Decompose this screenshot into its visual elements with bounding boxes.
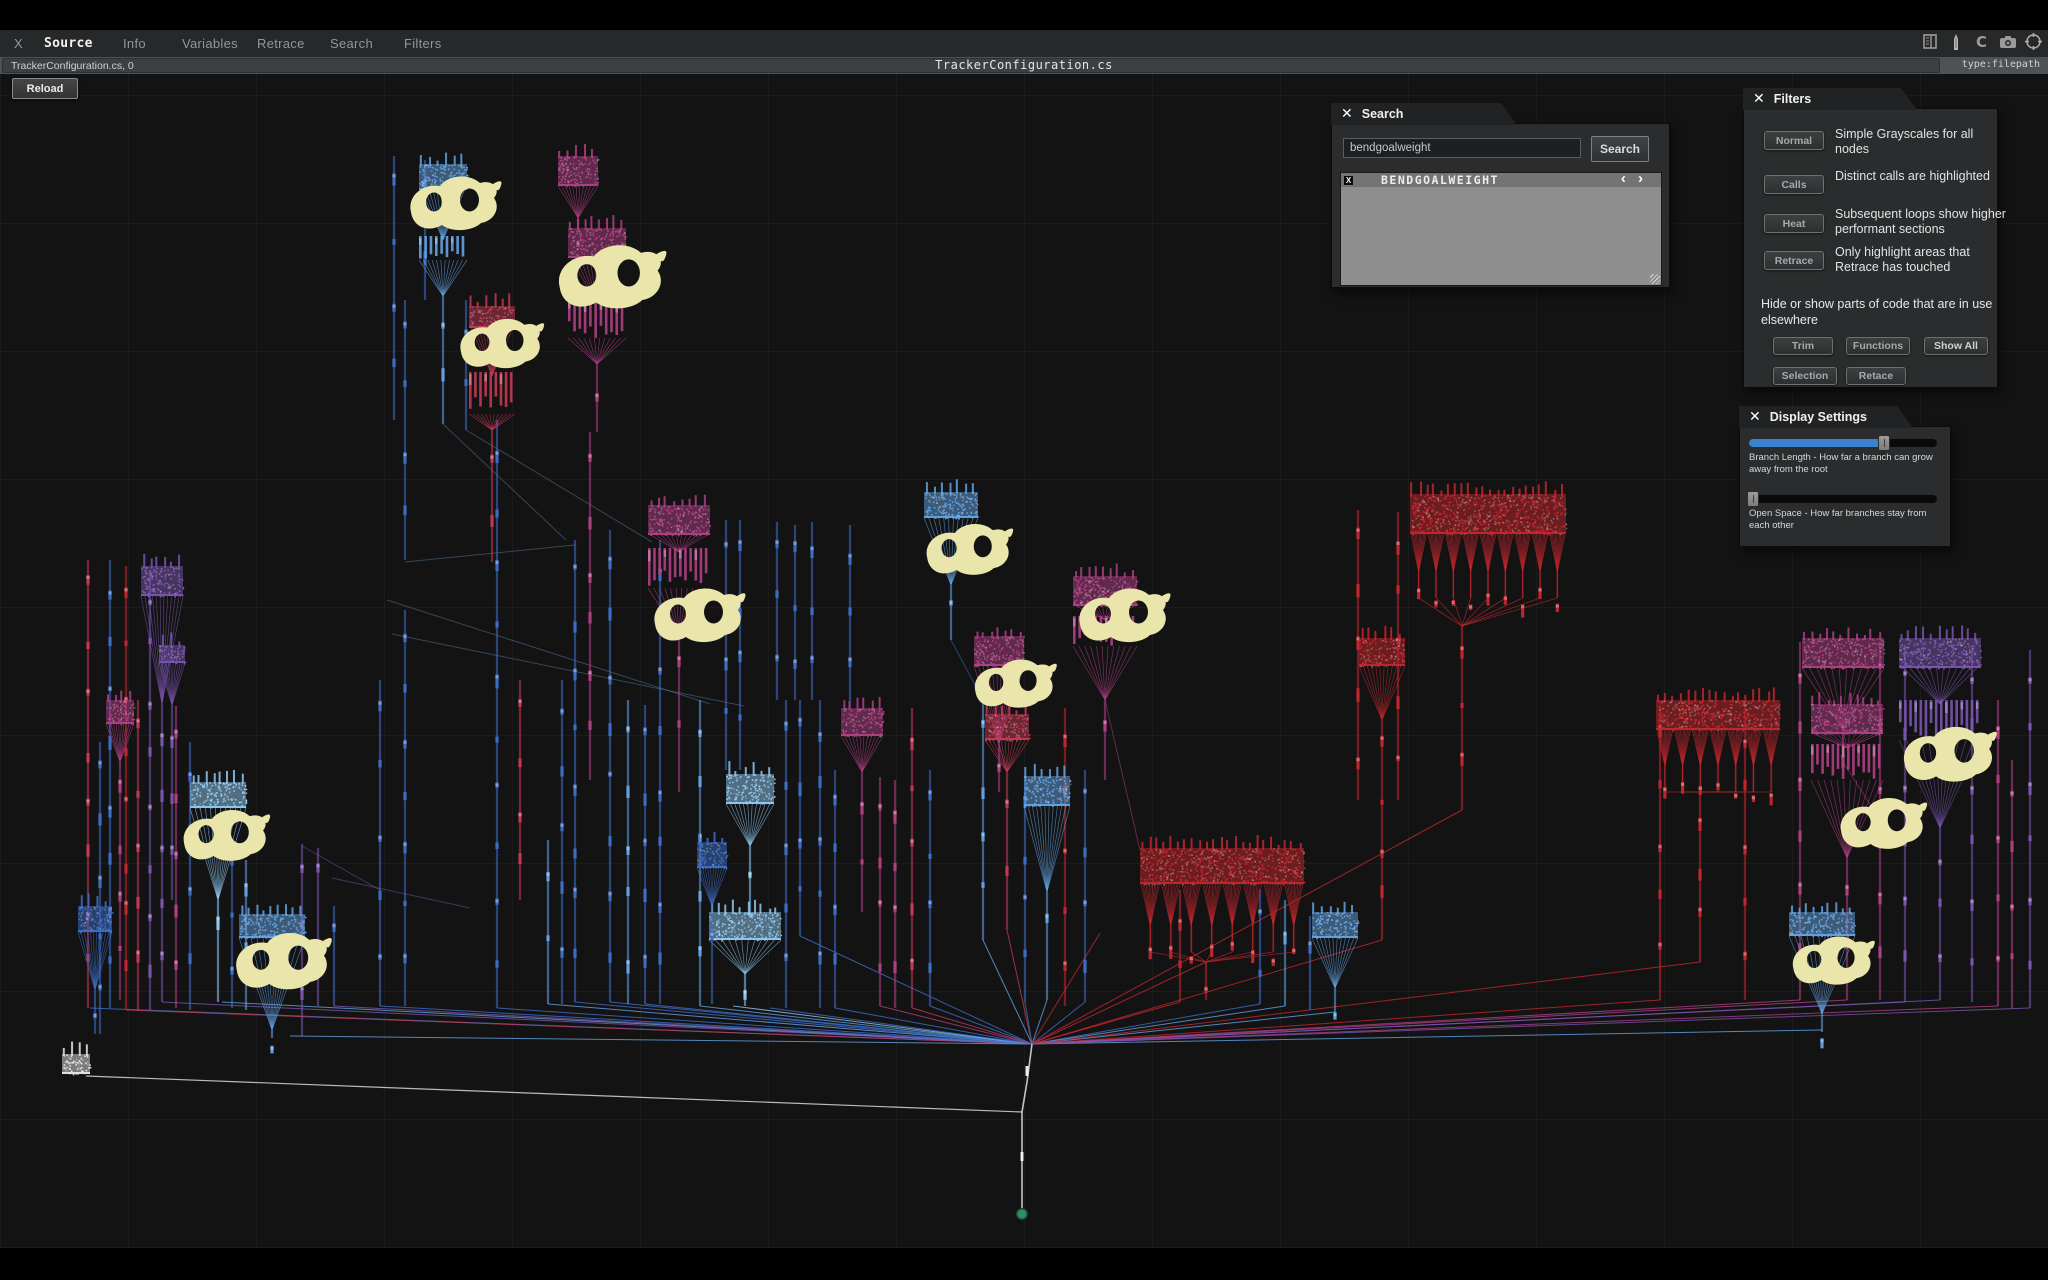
c-icon[interactable]: C <box>1973 33 1990 50</box>
camera-icon[interactable] <box>1999 33 2016 50</box>
close-icon[interactable]: ✕ <box>1341 107 1353 121</box>
tree-structure[interactable] <box>726 761 776 918</box>
search-input[interactable] <box>1343 138 1581 158</box>
file-title: TrackerConfiguration.cs <box>0 58 2048 72</box>
resize-grip[interactable] <box>1650 274 1660 284</box>
root-file-castle[interactable] <box>62 1042 91 1076</box>
menu-item-filters[interactable]: Filters <box>404 36 442 51</box>
filter-retrace-desc: Only highlight areas that Retrace has to… <box>1835 245 2010 276</box>
tree-structure[interactable] <box>78 893 114 1034</box>
functions-button[interactable]: Functions <box>1846 337 1910 355</box>
tree-structure[interactable] <box>141 554 184 1002</box>
tree-structure[interactable] <box>1312 902 1359 1020</box>
loop-blob-icon[interactable] <box>1904 727 1997 782</box>
search-type-hint: type:filepath <box>1962 59 2040 70</box>
menu-item-x[interactable]: X <box>14 36 23 51</box>
search-panel-tab[interactable]: ✕ Search <box>1331 103 1517 125</box>
filter-normal-desc: Simple Grayscales for all nodes <box>1835 127 2010 158</box>
branch-links <box>302 424 1880 908</box>
multifan-structure[interactable] <box>1656 687 1781 962</box>
selection-button[interactable]: Selection <box>1773 367 1837 385</box>
menu-bar: X Source Info Variables Retrace Search F… <box>0 30 2048 58</box>
search-button[interactable]: Search <box>1591 136 1649 162</box>
branch-length-slider-row: Branch Length - How far a branch can gro… <box>1749 439 1937 476</box>
menu-item-retrace[interactable]: Retrace <box>257 36 305 51</box>
result-prev-next-icons[interactable]: ‹ › <box>1621 170 1647 187</box>
code-spires <box>86 156 2031 1036</box>
display-settings-panel: Branch Length - How far a branch can gro… <box>1739 426 1951 547</box>
slider-fill <box>1749 439 1884 447</box>
code-visualization-canvas[interactable] <box>0 30 2048 1248</box>
tower-icon[interactable] <box>1947 33 1964 50</box>
menu-item-variables[interactable]: Variables <box>182 36 238 51</box>
loop-blob-icon[interactable] <box>654 589 745 643</box>
door-icon[interactable] <box>1921 33 1938 50</box>
display-settings-tab[interactable]: ✕ Display Settings <box>1739 406 1913 428</box>
filters-panel-tab[interactable]: ✕ Filters <box>1743 88 1917 110</box>
filter-calls-desc: Distinct calls are highlighted <box>1835 169 2010 184</box>
close-icon[interactable]: ✕ <box>1749 410 1761 424</box>
menu-item-source[interactable]: Source <box>44 36 93 51</box>
call-tree-scene[interactable] <box>0 0 2048 1280</box>
root-node-dot[interactable] <box>1017 1209 1027 1219</box>
filter-normal-button[interactable]: Normal <box>1764 131 1824 150</box>
filter-heat-button[interactable]: Heat <box>1764 214 1824 233</box>
show-all-button[interactable]: Show All <box>1924 337 1988 355</box>
search-panel-title: Search <box>1362 107 1404 121</box>
target-icon[interactable] <box>2025 33 2042 50</box>
close-icon[interactable]: ✕ <box>1753 92 1765 106</box>
open-space-slider[interactable] <box>1749 495 1937 503</box>
filters-panel: Normal Simple Grayscales for all nodes C… <box>1743 108 1998 388</box>
loop-blob-icon[interactable] <box>184 810 271 861</box>
search-panel: Search X BENDGOALWEIGHT ‹ › <box>1331 123 1670 288</box>
menu-item-search[interactable]: Search <box>330 36 373 51</box>
multifan-structure[interactable] <box>1140 835 1305 1000</box>
loop-blob-icon[interactable] <box>1793 936 1875 984</box>
app-window: X Source Info Variables Retrace Search F… <box>0 0 2048 1280</box>
bottom-letterbox-bar <box>0 1248 2048 1280</box>
trim-button[interactable]: Trim <box>1773 337 1833 355</box>
branch-length-slider[interactable] <box>1749 439 1937 447</box>
filter-retrace-button[interactable]: Retrace <box>1764 251 1824 270</box>
tree-structure[interactable] <box>841 697 885 912</box>
hide-show-description: Hide or show parts of code that are in u… <box>1761 297 1999 328</box>
slider-handle[interactable] <box>1878 435 1890 451</box>
open-space-label: Open Space - How far branches stay from … <box>1749 508 1937 532</box>
open-space-slider-row: Open Space - How far branches stay from … <box>1749 495 1937 532</box>
title-bar: TrackerConfiguration.cs, 0 TrackerConfig… <box>0 57 2048 74</box>
result-label: BENDGOALWEIGHT <box>1381 173 1499 187</box>
search-result-row[interactable]: X BENDGOALWEIGHT ‹ › <box>1341 173 1661 187</box>
root-trunk <box>86 1044 1032 1208</box>
branch-length-label: Branch Length - How far a branch can gro… <box>1749 452 1937 476</box>
search-results-list[interactable]: X BENDGOALWEIGHT ‹ › <box>1340 172 1662 286</box>
tree-structure[interactable] <box>648 495 711 792</box>
display-settings-title: Display Settings <box>1770 410 1867 424</box>
retace-button[interactable]: Retace <box>1846 367 1906 385</box>
result-checkbox[interactable]: X <box>1344 176 1353 185</box>
top-letterbox-bar <box>0 0 2048 30</box>
loop-blob-icon[interactable] <box>927 524 1014 575</box>
menu-item-info[interactable]: Info <box>123 36 146 51</box>
window-icon-bar: C <box>1921 33 2042 50</box>
multifan-structure[interactable] <box>1410 481 1567 810</box>
filter-calls-button[interactable]: Calls <box>1764 175 1824 194</box>
slider-handle[interactable] <box>1747 491 1759 507</box>
filters-panel-title: Filters <box>1774 92 1812 106</box>
tree-structure[interactable] <box>709 900 782 1006</box>
filter-heat-desc: Subsequent loops show higher performant … <box>1835 207 2010 238</box>
reload-button[interactable]: Reload <box>12 78 78 99</box>
